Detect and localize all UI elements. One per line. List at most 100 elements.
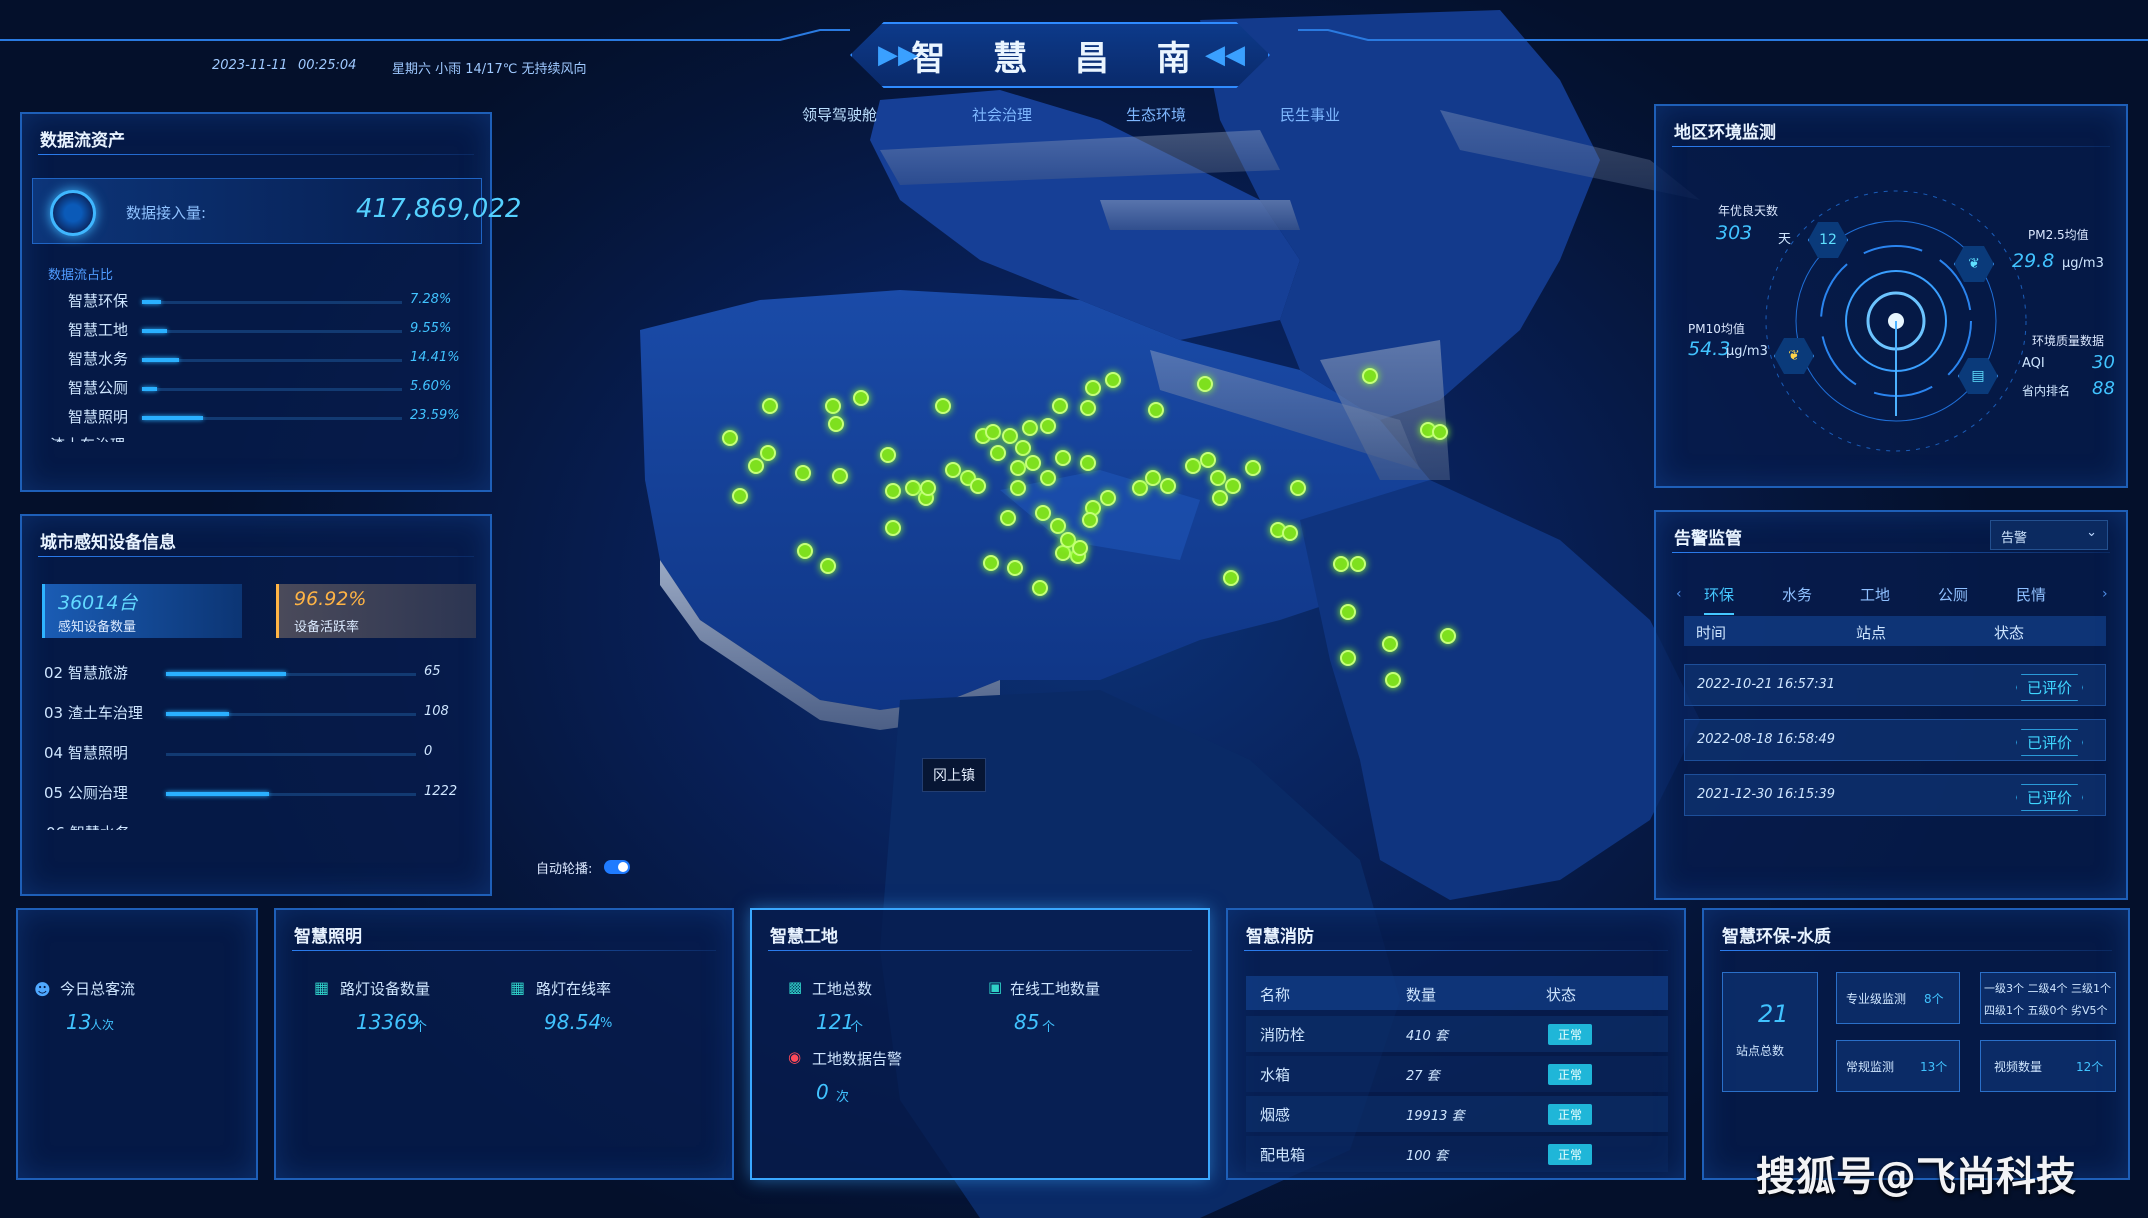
map-marker[interactable] [983, 555, 999, 571]
map-marker[interactable] [885, 520, 901, 536]
map-marker[interactable] [1002, 428, 1018, 444]
fire-row[interactable]: 水箱 27 套 正常 [1246, 1056, 1668, 1092]
map-marker[interactable] [1072, 540, 1088, 556]
map-marker[interactable] [935, 398, 951, 414]
map-marker[interactable] [1080, 455, 1096, 471]
nav-cockpit[interactable]: 领导驾驶舱 [802, 104, 877, 125]
pm10-label: PM10均值 [1688, 322, 1745, 336]
map-marker[interactable] [1032, 580, 1048, 596]
map-marker[interactable] [1333, 556, 1349, 572]
auto-play-toggle[interactable] [604, 860, 630, 874]
map-marker[interactable] [1010, 460, 1026, 476]
map-marker[interactable] [1385, 672, 1401, 688]
map-marker[interactable] [1432, 424, 1448, 440]
passenger-label: 今日总客流 [60, 980, 136, 998]
map-marker[interactable] [990, 445, 1006, 461]
access-label: 数据接入量: [126, 204, 207, 222]
map-marker[interactable] [1350, 556, 1366, 572]
map-marker[interactable] [1282, 525, 1298, 541]
map-marker[interactable] [920, 480, 936, 496]
alarm-tab[interactable]: 工地 [1860, 584, 1890, 613]
map-marker[interactable] [1200, 452, 1216, 468]
map-marker[interactable] [762, 398, 778, 414]
alarm-tab[interactable]: 环保 [1704, 584, 1735, 615]
header-weather: 星期六 小雨 14/17℃ 无持续风向 [392, 62, 587, 77]
map-marker[interactable] [1148, 402, 1164, 418]
map-marker[interactable] [1225, 478, 1241, 494]
alarm-tab[interactable]: 民情 [2016, 584, 2046, 613]
map-marker[interactable] [945, 462, 961, 478]
map-marker[interactable] [880, 447, 896, 463]
map-marker[interactable] [1100, 490, 1116, 506]
ratio-bar-track [142, 359, 402, 362]
map-marker[interactable] [1007, 560, 1023, 576]
town-label[interactable]: 冈上镇 [922, 758, 986, 792]
alarm-row[interactable]: 2022-10-21 16:57:31 已评价 [1684, 664, 2106, 706]
map-marker[interactable] [970, 478, 986, 494]
map-marker[interactable] [1055, 450, 1071, 466]
map-marker[interactable] [1010, 480, 1026, 496]
nav-ecology[interactable]: 生态环境 [1126, 104, 1186, 125]
map-marker[interactable] [1085, 380, 1101, 396]
alarm-type-select[interactable]: 告警 ⌄ [1990, 520, 2108, 550]
map-marker[interactable] [1440, 628, 1456, 644]
map-marker[interactable] [1105, 372, 1121, 388]
map-marker[interactable] [1145, 470, 1161, 486]
nav-livelihood[interactable]: 民生事业 [1280, 104, 1340, 125]
map-marker[interactable] [1022, 420, 1038, 436]
map-marker[interactable] [825, 398, 841, 414]
map-marker[interactable] [722, 430, 738, 446]
tab-prev-icon[interactable]: ‹ [1676, 586, 1682, 602]
map-marker[interactable] [820, 558, 836, 574]
map-marker[interactable] [1197, 376, 1213, 392]
map-marker[interactable] [1340, 650, 1356, 666]
map-marker[interactable] [1015, 440, 1031, 456]
map-marker[interactable] [1025, 455, 1041, 471]
map-marker[interactable] [748, 458, 764, 474]
alarm-tab[interactable]: 水务 [1782, 584, 1812, 613]
map-marker[interactable] [1050, 518, 1066, 534]
alarm-row[interactable]: 2022-08-18 16:58:49 已评价 [1684, 719, 2106, 761]
map-marker[interactable] [1210, 470, 1226, 486]
map-marker[interactable] [1040, 470, 1056, 486]
map-marker[interactable] [1362, 368, 1378, 384]
alarm-row[interactable]: 2021-12-30 16:15:39 已评价 [1684, 774, 2106, 816]
ratio-item-value: 14.41% [410, 350, 460, 365]
ratio-item-label: 智慧工地 [68, 321, 129, 339]
map-marker[interactable] [797, 543, 813, 559]
map-marker[interactable] [760, 445, 776, 461]
map-marker[interactable] [1245, 460, 1261, 476]
device-value: 13369 [356, 1010, 420, 1034]
map-marker[interactable] [1212, 490, 1228, 506]
map-marker[interactable] [1000, 510, 1016, 526]
ratio-bar-track [142, 388, 402, 391]
fire-row[interactable]: 消防栓 410 套 正常 [1246, 1016, 1668, 1052]
map-marker[interactable] [985, 424, 1001, 440]
map-marker[interactable] [795, 465, 811, 481]
map-marker[interactable] [1040, 418, 1056, 434]
map-marker[interactable] [1052, 398, 1068, 414]
status-badge[interactable]: 已评价 [2015, 784, 2083, 811]
map-marker[interactable] [828, 416, 844, 432]
status-badge[interactable]: 已评价 [2015, 729, 2083, 756]
map-marker[interactable] [853, 390, 869, 406]
map-marker[interactable] [1290, 480, 1306, 496]
map-marker[interactable] [1082, 512, 1098, 528]
map-marker[interactable] [1340, 604, 1356, 620]
tab-next-icon[interactable]: › [2102, 586, 2108, 602]
fire-row[interactable]: 配电箱 100 套 正常 [1246, 1136, 1668, 1172]
map-marker[interactable] [1160, 478, 1176, 494]
map-marker[interactable] [832, 468, 848, 484]
map-marker[interactable] [1035, 505, 1051, 521]
map-marker[interactable] [885, 483, 901, 499]
fire-row[interactable]: 烟感 19913 套 正常 [1246, 1096, 1668, 1132]
status-badge[interactable]: 已评价 [2015, 674, 2083, 701]
map-marker[interactable] [1382, 636, 1398, 652]
map-marker[interactable] [1080, 400, 1096, 416]
station-total-tile[interactable] [1722, 972, 1818, 1092]
alarm-tab[interactable]: 公厕 [1938, 584, 1968, 613]
map-marker[interactable] [1223, 570, 1239, 586]
map-marker[interactable] [732, 488, 748, 504]
nav-social[interactable]: 社会治理 [972, 104, 1032, 125]
map-marker[interactable] [1185, 458, 1201, 474]
